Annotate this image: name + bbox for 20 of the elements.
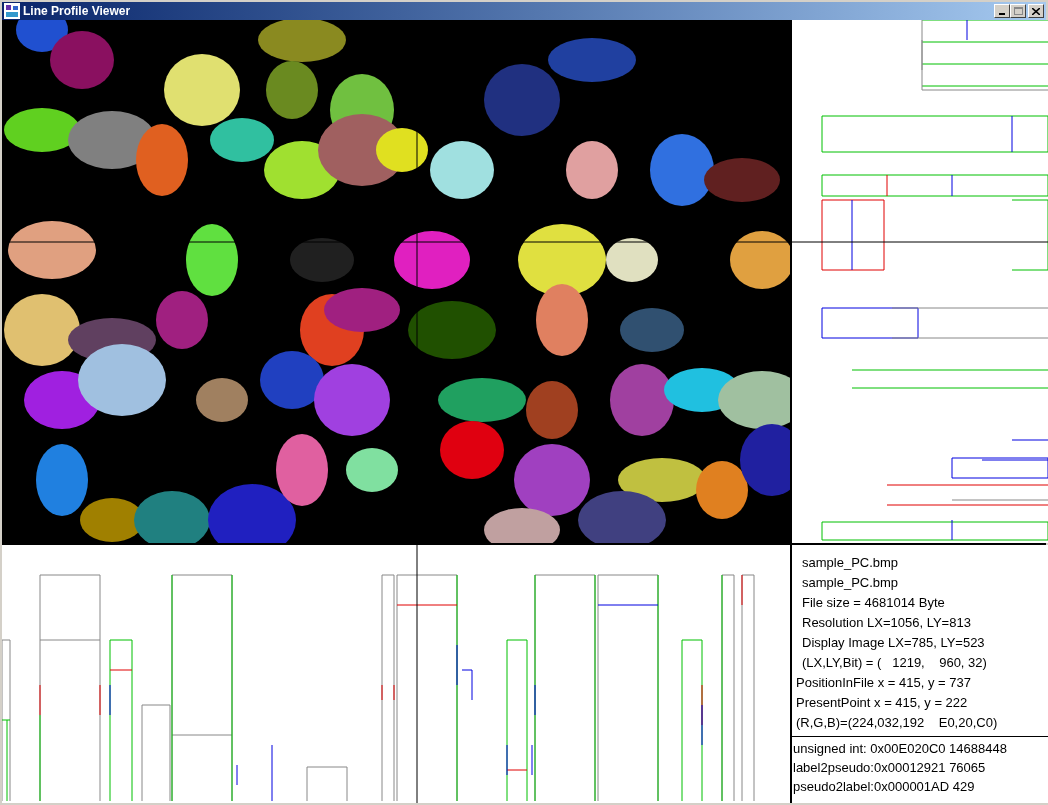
close-icon <box>1032 7 1040 15</box>
file-info-text: Resolution LX=1056, LY=813 <box>801 614 972 632</box>
point-info-text: PresentPoint x = 415, y = 222 <box>795 694 969 712</box>
maximize-button[interactable] <box>1010 4 1026 18</box>
file-info-text: File size = 4681014 Byte <box>801 594 946 612</box>
maximize-icon <box>1013 7 1023 15</box>
value-info-text: unsigned int: 0x00E020C0 14688448 <box>792 740 1008 758</box>
file-info-text: Display Image LX=785, LY=523 <box>801 634 986 652</box>
file-info-text: sample_PC.bmp <box>801 554 900 572</box>
point-info-text: PositionInFile x = 415, y = 737 <box>795 674 972 692</box>
file-info-text: sample_PC.bmp <box>801 574 900 592</box>
point-info-text: (R,G,B)=(224,032,192 E0,20,C0) <box>795 714 999 732</box>
window-title: Line Profile Viewer <box>23 3 131 20</box>
file-info-text: (LX,LY,Bit) = ( 1219, 960, 32) <box>801 654 988 672</box>
close-button[interactable] <box>1028 4 1044 18</box>
minimize-icon <box>999 13 1005 15</box>
value-info-text: label2pseudo:0x00012921 76065 <box>792 759 987 777</box>
value-info-text: pseudo2label:0x000001AD 429 <box>792 778 976 796</box>
app-icon <box>4 3 20 19</box>
minimize-button[interactable] <box>994 4 1010 18</box>
